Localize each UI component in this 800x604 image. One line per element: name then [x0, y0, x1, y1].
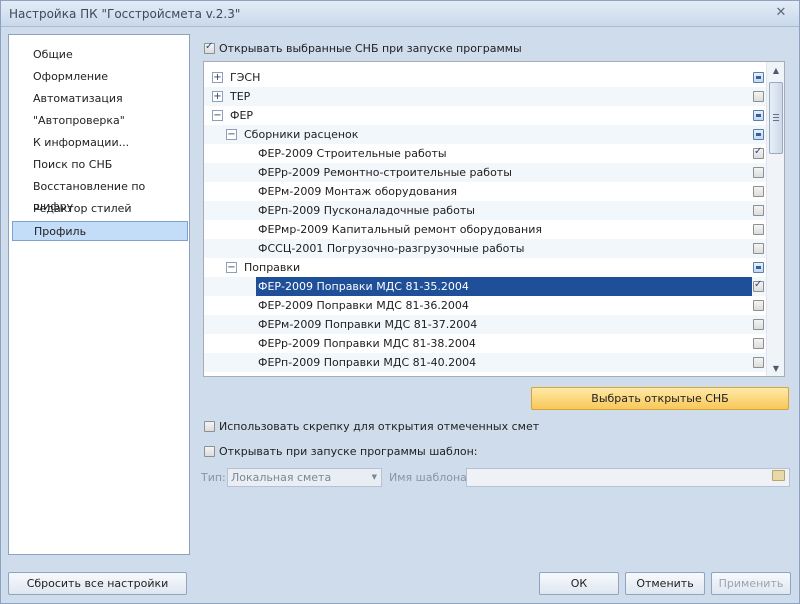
tree-row-label: ТЕР	[230, 90, 251, 103]
apply-button[interactable]: Применить	[711, 572, 791, 595]
tree-row-label: ФЕР-2009 Строительные работы	[258, 147, 447, 160]
collapse-icon[interactable]: −	[212, 110, 223, 121]
grip-line	[773, 117, 779, 118]
tree-row[interactable]: ФЕРмр-2009 Капитальный ремонт оборудован…	[204, 220, 766, 239]
reset-settings-button[interactable]: Сбросить все настройки	[8, 572, 187, 595]
tree-row-label: ФЕРп-2009 Поправки МДС 81-40.2004	[258, 356, 477, 369]
nav-item[interactable]: Поиск по СНБ	[12, 155, 188, 175]
tree-row-checkbox[interactable]	[753, 319, 764, 330]
tree-row-checkbox[interactable]	[753, 110, 764, 121]
tree-row[interactable]: + ГЭСН	[204, 68, 766, 87]
tree-row[interactable]: ФЕР-2009 Строительные работы	[204, 144, 766, 163]
select-open-snb-button[interactable]: Выбрать открытые СНБ	[531, 387, 789, 410]
use-clip-label: Использовать скрепку для открытия отмече…	[219, 420, 540, 433]
scroll-thumb[interactable]	[769, 82, 783, 154]
tree-row-checkbox[interactable]	[753, 300, 764, 311]
tree-row-label: ФССЦ-2001 Погрузочно-разгрузочные работы	[258, 242, 525, 255]
nav-item[interactable]: "Автопроверка"	[12, 111, 188, 131]
use-clip-checkbox[interactable]	[204, 421, 215, 432]
title-bar: Настройка ПК "Госстройсмета v.2.3" ✕	[1, 1, 799, 27]
tree-row-label: ФЕРр-2009 Ремонтно-строительные работы	[258, 166, 512, 179]
tree-row-label: Поправки	[244, 261, 301, 274]
open-selected-checkbox[interactable]	[204, 41, 215, 54]
nav-item[interactable]: Общие	[12, 45, 188, 65]
tree-row-checkbox[interactable]	[753, 338, 764, 349]
nav-item[interactable]: Автоматизация	[12, 89, 188, 109]
tree-row-checkbox[interactable]	[753, 186, 764, 197]
collapse-icon[interactable]: −	[226, 129, 237, 140]
expand-icon[interactable]: +	[212, 72, 223, 83]
tree-scrollbar[interactable]: ▲ ▼	[766, 62, 784, 376]
settings-window: Настройка ПК "Госстройсмета v.2.3" ✕ Общ…	[0, 0, 800, 604]
snb-tree: + ГЭСН + ТЕР − ФЕР − Сборники расценок ФЕР-2009 …	[203, 61, 785, 377]
scroll-up-icon[interactable]: ▲	[771, 66, 781, 76]
tree-row[interactable]: ФЕРм-2009 Поправки МДС 81-37.2004	[204, 315, 766, 334]
tree-row-label: ФЕРп-2009 Пусконаладочные работы	[258, 204, 475, 217]
tree-row-label: ФЕР-2009 Поправки МДС 81-35.2004	[256, 277, 752, 296]
tree-row[interactable]: ФЕР-2009 Поправки МДС 81-35.2004	[204, 277, 766, 296]
close-icon[interactable]: ✕	[773, 5, 789, 21]
tree-row-label: Сборники расценок	[244, 128, 359, 141]
tree-row-checkbox[interactable]	[753, 224, 764, 235]
type-select[interactable]: Локальная смета ▼	[227, 468, 382, 487]
grip-line	[773, 114, 779, 115]
collapse-icon[interactable]: −	[226, 262, 237, 273]
tree-row-checkbox[interactable]	[753, 167, 764, 178]
tree-row-label: ФЕРм-2009 Монтаж оборудования	[258, 185, 458, 198]
tree-row-checkbox[interactable]	[753, 262, 764, 273]
template-name-input[interactable]	[466, 468, 790, 487]
cancel-button[interactable]: Отменить	[625, 572, 705, 595]
expand-icon[interactable]: +	[212, 91, 223, 102]
tree-row-checkbox[interactable]	[753, 357, 764, 368]
tree-row[interactable]: ФЕРр-2009 Ремонтно-строительные работы	[204, 163, 766, 182]
folder-icon[interactable]	[772, 470, 785, 481]
chevron-down-icon: ▼	[371, 473, 377, 481]
tree-row[interactable]: ФЕРп-2009 Поправки МДС 81-40.2004	[204, 353, 766, 372]
tree-row[interactable]: ФЕР-2009 Поправки МДС 81-36.2004	[204, 296, 766, 315]
tree-row-label: ФЕР	[230, 109, 254, 122]
tree-row[interactable]: ФЕРр-2009 Поправки МДС 81-38.2004	[204, 334, 766, 353]
tree-row-label: ФЕР-2009 Поправки МДС 81-36.2004	[258, 299, 469, 312]
tree-row[interactable]: ФЕРп-2009 Пусконаладочные работы	[204, 201, 766, 220]
open-selected-label: Открывать выбранные СНБ при запуске прог…	[219, 42, 522, 55]
tree-row[interactable]: + ТЕР	[204, 87, 766, 106]
tree-row-checkbox[interactable]	[753, 243, 764, 254]
tree-row[interactable]: − Сборники расценок	[204, 125, 766, 144]
grip-line	[773, 120, 779, 121]
tree-row[interactable]: ФССЦ-2001 Погрузочно-разгрузочные работы	[204, 239, 766, 258]
nav-item[interactable]: К информации...	[12, 133, 188, 153]
open-template-checkbox[interactable]	[204, 446, 215, 457]
tree-row-label: ГЭСН	[230, 71, 261, 84]
type-label: Тип:	[201, 471, 226, 484]
tree-row-label: ФЕРмр-2009 Капитальный ремонт оборудован…	[258, 223, 542, 236]
scroll-down-icon[interactable]: ▼	[771, 364, 781, 374]
tree-row-checkbox[interactable]	[753, 205, 764, 216]
tree-row-label: ФЕРм-2009 Поправки МДС 81-37.2004	[258, 318, 478, 331]
tree-row[interactable]: − ФЕР	[204, 106, 766, 125]
settings-nav-list: Общие Оформление Автоматизация "Автопроверк…	[8, 34, 190, 555]
tree-row-checkbox[interactable]	[753, 129, 764, 140]
open-template-label: Открывать при запуске программы шаблон:	[219, 445, 478, 458]
tree-row-checkbox[interactable]	[753, 91, 764, 102]
window-title: Настройка ПК "Госстройсмета v.2.3"	[9, 7, 241, 21]
template-name-label: Имя шаблона:	[389, 471, 471, 484]
nav-item[interactable]: Восстановление по шифру	[12, 177, 188, 213]
tree-row-checkbox[interactable]	[753, 72, 764, 83]
tree-row[interactable]: ФЕРм-2009 Монтаж оборудования	[204, 182, 766, 201]
tree-row-checkbox[interactable]	[753, 146, 764, 159]
type-select-value: Локальная смета	[231, 471, 332, 484]
nav-item[interactable]: Редактор стилей	[12, 199, 188, 219]
tree-row[interactable]: − Поправки	[204, 258, 766, 277]
tree-row-label: ФЕРр-2009 Поправки МДС 81-38.2004	[258, 337, 476, 350]
nav-item[interactable]: Профиль	[12, 221, 188, 241]
ok-button[interactable]: ОК	[539, 572, 619, 595]
nav-item[interactable]: Оформление	[12, 67, 188, 87]
tree-row-checkbox[interactable]	[753, 279, 764, 292]
